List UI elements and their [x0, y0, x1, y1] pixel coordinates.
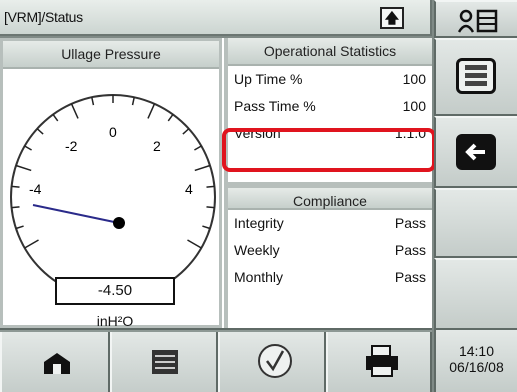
- gauge-tick-label: 0: [109, 124, 117, 140]
- stat-row-up-time: Up Time % 100: [228, 66, 432, 93]
- back-button[interactable]: [434, 116, 517, 188]
- compliance-value: Pass: [394, 242, 426, 258]
- stat-row-pass-time: Pass Time % 100: [228, 93, 432, 120]
- stat-label: Pass Time %: [234, 98, 316, 114]
- user-list-button[interactable]: [434, 0, 517, 38]
- reports-icon: [456, 58, 496, 94]
- compliance-label: Integrity: [234, 215, 284, 231]
- compliance-header: Compliance: [228, 182, 432, 210]
- compliance-label: Weekly: [234, 242, 280, 258]
- compliance-row-weekly: Weekly Pass: [228, 237, 432, 264]
- menu-list-icon: [152, 350, 178, 374]
- print-button[interactable]: [326, 332, 432, 392]
- gauge-tick: [206, 206, 215, 209]
- up-arrow-icon[interactable]: 🡅: [380, 7, 404, 29]
- window-title: [VRM]/Status: [4, 9, 83, 25]
- pressure-gauge: -4 -2 0 2 4 -4.50 inH²O: [3, 69, 219, 329]
- gauge-tick-label: -4: [29, 181, 42, 197]
- gauge-tick: [11, 206, 20, 209]
- clock-time: 14:10: [458, 343, 495, 359]
- compliance-list: Integrity Pass Weekly Pass Monthly Pass: [228, 210, 432, 291]
- gauge-tick-label: 2: [153, 138, 161, 154]
- gauge-hub: [113, 217, 125, 229]
- menu-button[interactable]: [110, 332, 218, 392]
- compliance-label: Monthly: [234, 269, 284, 285]
- operational-statistics-header: Operational Statistics: [228, 38, 432, 66]
- pressure-readout: -4.50: [55, 277, 175, 305]
- checkmark-icon: [258, 344, 292, 378]
- title-bar: [VRM]/Status 🡅: [0, 0, 432, 36]
- user-list-icon: [458, 9, 498, 33]
- version-highlight: [222, 128, 436, 172]
- main-content: Ullage Pressure -4 -2 0 2 4 -4.50 inH²O …: [0, 38, 432, 329]
- stat-label: Up Time %: [234, 71, 303, 87]
- stat-value: 100: [402, 98, 426, 114]
- ullage-pressure-panel: Ullage Pressure -4 -2 0 2 4 -4.50 inH²O: [0, 38, 222, 329]
- sidebar-blank-button-2[interactable]: [434, 258, 517, 330]
- ullage-pressure-header: Ullage Pressure: [3, 41, 219, 69]
- stat-value: 100: [402, 71, 426, 87]
- clock-display: 14:10 06/16/08: [434, 330, 517, 392]
- compliance-value: Pass: [394, 269, 426, 285]
- home-icon: [44, 353, 70, 374]
- pressure-unit: inH²O: [96, 313, 134, 329]
- compliance-row-monthly: Monthly Pass: [228, 264, 432, 291]
- compliance-value: Pass: [394, 215, 426, 231]
- statistics-panel: Operational Statistics Up Time % 100 Pas…: [224, 38, 432, 328]
- bottom-bar: [0, 328, 432, 392]
- sidebar-blank-button-1[interactable]: [434, 188, 517, 258]
- compliance-row-integrity: Integrity Pass: [228, 210, 432, 237]
- printer-icon: [366, 345, 398, 377]
- gauge-tick: [11, 185, 20, 188]
- home-button[interactable]: [0, 332, 110, 392]
- checkmark-button[interactable]: [218, 332, 326, 392]
- back-arrow-icon: [456, 134, 496, 170]
- reports-button[interactable]: [434, 38, 517, 116]
- gauge-tick-label: -2: [65, 138, 78, 154]
- gauge-tick-label: 4: [185, 181, 193, 197]
- clock-date: 06/16/08: [449, 359, 504, 375]
- gauge-tick: [206, 185, 215, 188]
